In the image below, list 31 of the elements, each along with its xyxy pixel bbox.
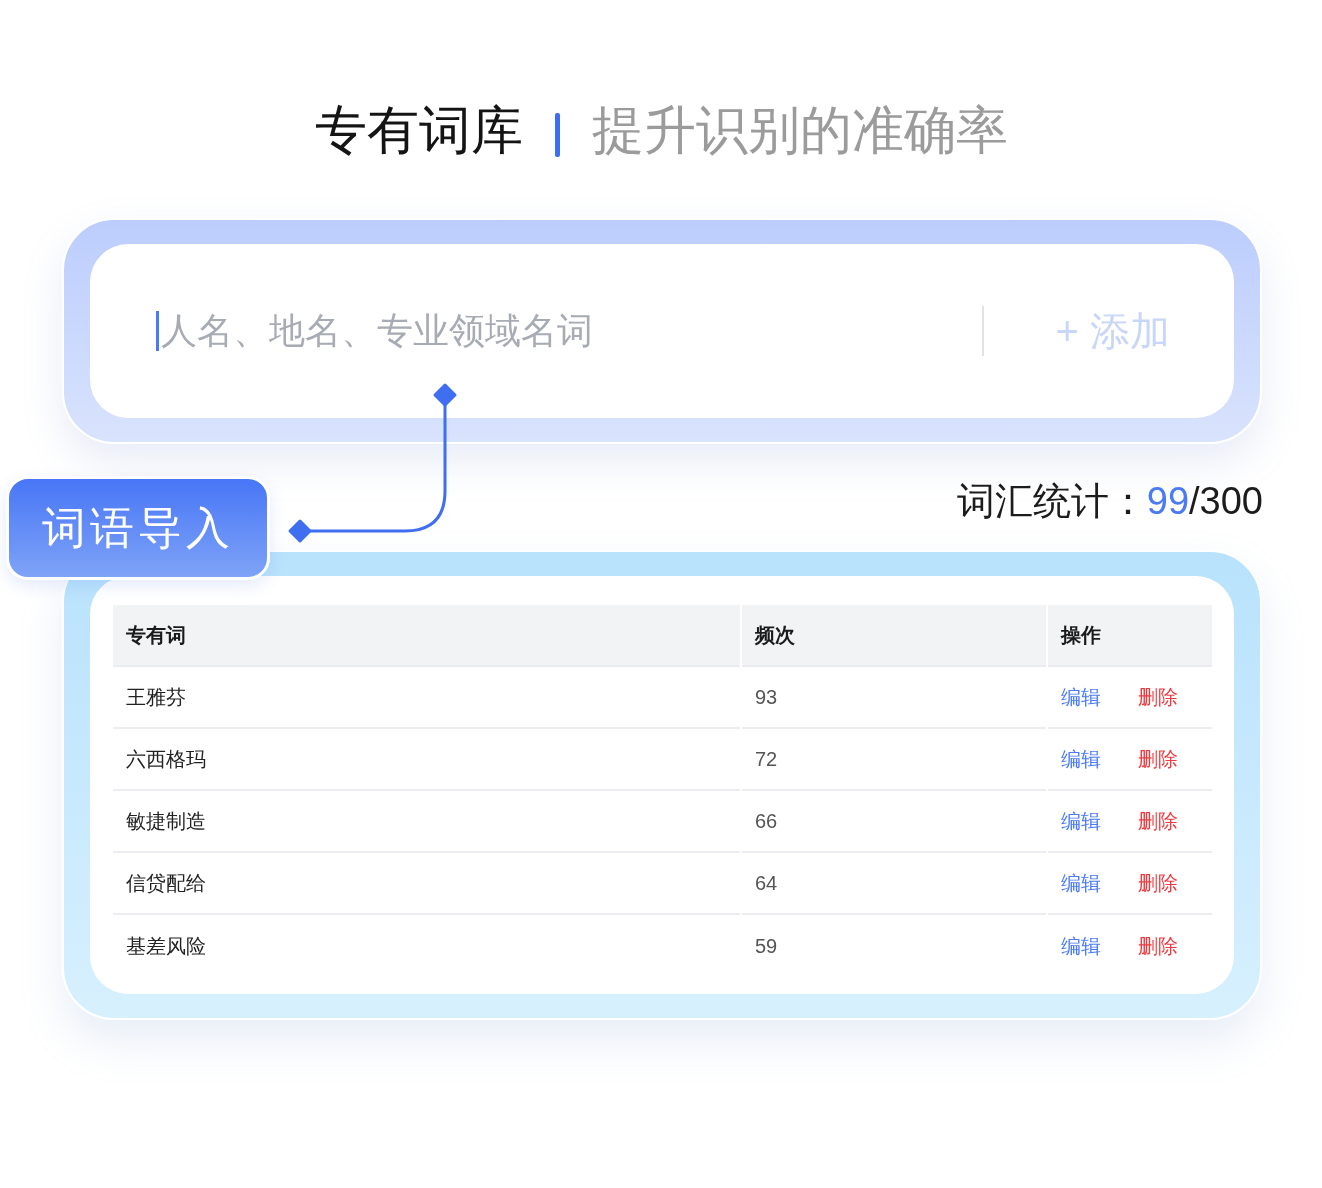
used-count: 99 [1146, 479, 1190, 523]
edit-link[interactable]: 编辑 [1061, 747, 1101, 770]
delete-link[interactable]: 删除 [1138, 685, 1178, 708]
table-cell: 66 [742, 791, 1046, 853]
edit-link[interactable]: 编辑 [1061, 685, 1101, 708]
table-cell: 信贷配给 [113, 853, 740, 915]
table-cell: 64 [742, 853, 1046, 915]
page-title: 专有词库 [314, 100, 523, 160]
input-field[interactable]: 人名、地名、专业领域名词 [159, 306, 982, 356]
count-limit: /300 [1189, 479, 1263, 523]
table-cell: 王雅芬 [113, 667, 740, 729]
import-button[interactable]: 词语导入 [6, 476, 270, 580]
title-separator [554, 113, 560, 157]
delete-link[interactable]: 删除 [1138, 871, 1178, 894]
edit-link[interactable]: 编辑 [1061, 809, 1101, 832]
table-cell: 六西格玛 [113, 729, 740, 791]
column-header: 专有词 [113, 605, 740, 667]
table-cell-text: 59 [754, 933, 779, 959]
delete-link[interactable]: 删除 [1138, 934, 1178, 957]
delete-link[interactable]: 删除 [1138, 809, 1178, 832]
table-cell: 72 [742, 729, 1046, 791]
table-cell: 93 [742, 667, 1046, 729]
column-header: 频次 [742, 605, 1046, 667]
delete-link[interactable]: 删除 [1138, 747, 1178, 770]
edit-link[interactable]: 编辑 [1061, 934, 1101, 957]
table-cell-text: 基差风险 [125, 933, 207, 959]
page-subtitle: 提升识别的准确率 [591, 100, 1008, 160]
column-header: 操作 [1048, 605, 1212, 667]
stats-label: 词汇统计： [956, 478, 1147, 524]
table-cell: 敏捷制造 [113, 791, 740, 853]
edit-link[interactable]: 编辑 [1061, 871, 1101, 894]
